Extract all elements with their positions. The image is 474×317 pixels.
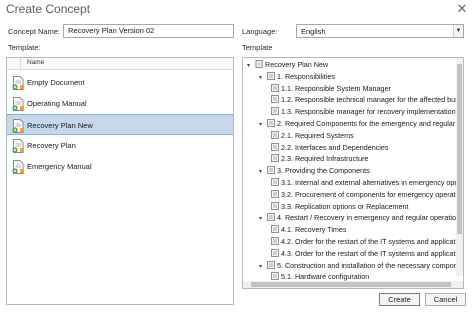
template-document-icon bbox=[12, 160, 25, 174]
tree-node[interactable]: 1.2. Responsible technical manager for t… bbox=[271, 95, 464, 105]
section-icon bbox=[271, 225, 279, 234]
section-icon bbox=[271, 107, 279, 116]
language-label: Language: bbox=[242, 27, 278, 36]
tree-node-label: Recovery Plan New bbox=[265, 60, 329, 69]
template-document-icon bbox=[12, 97, 25, 111]
tree-root-node[interactable]: ▾ Recovery Plan New bbox=[247, 60, 328, 70]
tree-node[interactable]: ▾ 5. Construction and installation of the… bbox=[259, 260, 464, 272]
expand-toggle-icon[interactable]: ▾ bbox=[259, 73, 267, 83]
language-value: English bbox=[301, 27, 326, 36]
template-preview-label: Template bbox=[242, 43, 273, 52]
window-title: Create Concept bbox=[6, 2, 91, 16]
section-icon bbox=[271, 154, 279, 163]
section-icon bbox=[271, 189, 279, 198]
tree-node-label: 1.1. Responsible System Manager bbox=[281, 83, 391, 93]
tree-node[interactable]: 1.3. Responsible manager for recovery im… bbox=[271, 107, 456, 117]
template-row-label: Operating Manual bbox=[27, 99, 87, 108]
section-icon bbox=[267, 71, 275, 80]
tree-node[interactable]: 4.2. Order for the restart of the IT sys… bbox=[271, 237, 461, 247]
template-list-header: Name bbox=[7, 58, 233, 70]
create-button[interactable]: Create bbox=[379, 293, 420, 306]
tree-node-label: 1.3. Responsible manager for recovery im… bbox=[281, 107, 456, 117]
section-icon bbox=[271, 130, 279, 139]
close-icon[interactable]: ✕ bbox=[454, 1, 470, 17]
expand-toggle-icon[interactable]: ▾ bbox=[259, 262, 267, 272]
section-icon bbox=[271, 201, 279, 210]
section-icon bbox=[267, 119, 275, 127]
section-icon bbox=[271, 248, 279, 257]
section-icon bbox=[267, 166, 275, 175]
section-icon bbox=[271, 237, 279, 245]
template-row-label: Recovery Plan bbox=[27, 141, 76, 150]
concept-name-label: Concept Name: bbox=[8, 27, 61, 36]
tree-node-label: 4.2. Order for the restart of the IT sys… bbox=[281, 237, 462, 246]
section-icon bbox=[271, 142, 279, 151]
template-preview-tree[interactable]: ▾ Recovery Plan New ▾ 1. Responsibilities 1.… bbox=[242, 57, 464, 289]
concept-name-input[interactable]: Recovery Plan Version 02 bbox=[63, 24, 234, 38]
column-header-name[interactable]: Name bbox=[27, 59, 44, 66]
tree-node-label: 5. Construction and installation of the … bbox=[277, 260, 464, 270]
tree-node[interactable]: ▾ 3. Providing the Components bbox=[259, 166, 370, 176]
section-icon bbox=[271, 178, 279, 186]
template-row-label: Emergency Manual bbox=[27, 162, 92, 171]
tree-node[interactable]: ▾ 1. Responsibilities bbox=[259, 72, 335, 82]
template-document-icon bbox=[12, 139, 25, 153]
chevron-down-icon[interactable]: ▼ bbox=[453, 25, 463, 37]
template-row[interactable]: Empty Document bbox=[7, 72, 233, 93]
tree-node-label: 1. Responsibilities bbox=[277, 71, 335, 81]
tree-node-label: 4. Restart / Recovery in emergency and r… bbox=[277, 213, 460, 223]
tree-node[interactable]: 1.1. Responsible System Manager bbox=[271, 84, 391, 94]
expand-toggle-icon[interactable]: ▾ bbox=[259, 120, 267, 130]
section-icon bbox=[267, 213, 275, 222]
expand-toggle-icon[interactable]: ▾ bbox=[259, 167, 267, 177]
template-label: Template: bbox=[8, 43, 41, 52]
section-icon bbox=[267, 260, 275, 269]
section-icon bbox=[271, 95, 279, 104]
template-row[interactable]: Operating Manual bbox=[7, 93, 233, 114]
tree-node-label: 3.2. Procurement of components for emerg… bbox=[281, 189, 462, 199]
tree-node[interactable]: ▾ 4. Restart / Recovery in emergency and … bbox=[259, 213, 460, 223]
tree-node[interactable]: 3.3. Replication options or Replacement bbox=[271, 202, 408, 212]
template-row[interactable]: Recovery Plan bbox=[7, 135, 233, 156]
template-row[interactable]: Recovery Plan New bbox=[7, 114, 233, 135]
tree-node[interactable]: 3.1. Internal and external alternatives … bbox=[271, 178, 464, 188]
tree-node-label: 3.3. Replication options or Replacement bbox=[281, 201, 409, 211]
tree-node-label: 4.3. Order for the restart of the IT sys… bbox=[281, 248, 462, 258]
tree-node-label: 2.2. Interfaces and Dependencies bbox=[281, 142, 389, 152]
section-icon bbox=[271, 272, 279, 281]
tree-node-label: 3.1. Internal and external alternatives … bbox=[281, 178, 464, 187]
expand-toggle-icon[interactable]: ▾ bbox=[247, 61, 255, 71]
tree-node-label: 4.1. Recovery Times bbox=[281, 225, 347, 235]
title-bar: Create Concept ✕ bbox=[0, 0, 474, 20]
document-icon bbox=[255, 60, 263, 68]
tree-node[interactable]: 4.1. Recovery Times bbox=[271, 225, 347, 235]
tree-node[interactable]: ▾ 2. Required Components for the emergenc… bbox=[259, 119, 464, 130]
template-document-icon bbox=[12, 76, 25, 90]
tree-node[interactable]: 2.2. Interfaces and Dependencies bbox=[271, 143, 389, 153]
language-select[interactable]: English ▼ bbox=[296, 24, 464, 38]
tree-node-label: 2.1. Required Systems bbox=[281, 130, 354, 140]
tree-node-label: 2. Required Components for the emergency… bbox=[277, 119, 464, 128]
tree-node-label: 2.3. Required Infrastructure bbox=[281, 154, 369, 164]
section-icon bbox=[271, 83, 279, 92]
tree-node[interactable]: 2.1. Required Systems bbox=[271, 131, 354, 141]
vertical-scrollbar[interactable] bbox=[456, 58, 463, 276]
template-row[interactable]: Emergency Manual bbox=[7, 156, 233, 177]
header-corner bbox=[7, 58, 21, 69]
template-row-label: Empty Document bbox=[27, 78, 85, 87]
template-list[interactable]: Name Empty Document Operating Manual Recov… bbox=[6, 57, 234, 305]
tree-node[interactable]: 4.3. Order for the restart of the IT sys… bbox=[271, 249, 461, 259]
scrollbar-thumb[interactable] bbox=[457, 64, 462, 234]
tree-node-label: 3. Providing the Components bbox=[277, 166, 370, 176]
tree-node[interactable]: 2.3. Required Infrastructure bbox=[271, 154, 369, 164]
tree-node[interactable]: 3.2. Procurement of components for emerg… bbox=[271, 190, 461, 200]
template-document-icon bbox=[12, 119, 25, 133]
expand-toggle-icon[interactable]: ▾ bbox=[259, 214, 267, 224]
tree-node-label: 1.2. Responsible technical manager for t… bbox=[281, 95, 464, 105]
template-row-label: Recovery Plan New bbox=[27, 121, 93, 130]
scrollbar-thumb[interactable] bbox=[251, 282, 451, 287]
horizontal-scrollbar[interactable] bbox=[243, 281, 463, 288]
cancel-button[interactable]: Cancel bbox=[425, 293, 466, 306]
